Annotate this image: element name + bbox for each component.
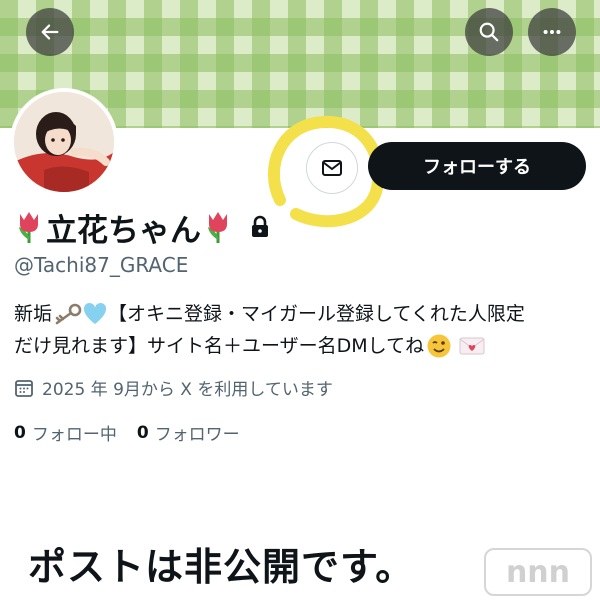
calendar-icon [15, 379, 33, 397]
following-label: フォロー中 [31, 425, 117, 445]
key-icon [52, 303, 82, 325]
display-name: 立花ちゃん [46, 212, 201, 249]
profile-bio: 新垢 【オキニ登録・マイガール登録してくれた人限定 だけ見れます】サイト名＋ユー… [14, 298, 594, 362]
display-name-row: 立花ちゃん [14, 205, 271, 249]
following-link[interactable]: 0 フォロー中 [14, 420, 117, 446]
follow-button-label: フォローする [423, 157, 531, 178]
light-blue-heart-icon [82, 302, 108, 326]
search-button[interactable] [465, 8, 513, 56]
more-horizontal-icon [543, 29, 561, 35]
joined-date: 2025 年 9月から X を利用しています [14, 375, 333, 400]
message-button[interactable] [306, 142, 358, 194]
followers-link[interactable]: 0 フォロワー [136, 420, 240, 446]
following-count: 0 [14, 422, 26, 443]
followers-label: フォロワー [154, 425, 240, 445]
winking-face-icon [426, 333, 452, 359]
user-handle: @Tachi87_GRACE [14, 253, 189, 277]
envelope-icon [322, 160, 342, 176]
back-button[interactable] [26, 8, 74, 56]
more-button[interactable] [528, 8, 576, 56]
bio-line2-text: だけ見れます】サイト名＋ユーザー名DMしてね [14, 335, 425, 357]
bio-line1-text: 【オキニ登録・マイガール登録してくれた人限定 [108, 303, 525, 325]
arrow-left-icon [41, 24, 59, 40]
private-posts-notice: ポストは非公開です。 [28, 545, 415, 589]
avatar-photo [14, 92, 114, 192]
love-letter-icon [458, 335, 486, 357]
avatar[interactable] [10, 88, 118, 196]
search-icon [479, 22, 499, 42]
watermark-logo: nnn [484, 548, 592, 596]
followers-count: 0 [136, 422, 149, 443]
bio-prefix: 新垢 [14, 303, 53, 325]
tulip-icon [19, 212, 38, 243]
lock-icon [252, 215, 268, 237]
joined-text: 2025 年 9月から X を利用しています [42, 380, 333, 400]
follow-button[interactable]: フォローする [368, 142, 586, 190]
follow-stats: 0 フォロー中 0 フォロワー [14, 420, 260, 446]
tulip-icon [208, 212, 227, 243]
